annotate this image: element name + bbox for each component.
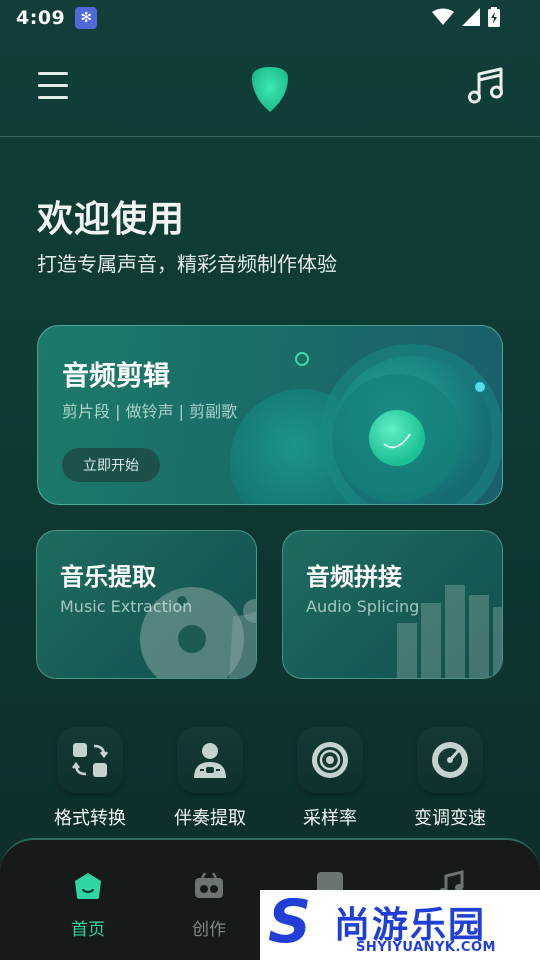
- start-now-button[interactable]: 立即开始: [62, 448, 160, 482]
- watermark-logo: S: [268, 887, 312, 957]
- status-indicators: [432, 7, 500, 27]
- status-bar: 4:09 ✻: [0, 0, 540, 36]
- vocal-extract-icon: [177, 727, 243, 793]
- format-convert-icon: [57, 727, 123, 793]
- tool-format-convert[interactable]: 格式转换: [35, 727, 145, 837]
- audio-splicing-subtitle: Audio Splicing: [306, 597, 420, 616]
- welcome-subtitle: 打造专属声音，精彩音频制作体验: [37, 252, 337, 276]
- audio-splicing-title: 音频拼接: [306, 563, 402, 591]
- nav-create[interactable]: 创作: [169, 870, 249, 950]
- guitar-pick-logo-icon: [252, 67, 288, 112]
- audio-splicing-card[interactable]: 音频拼接 Audio Splicing: [282, 530, 503, 679]
- audio-edit-title: 音频剪辑: [62, 361, 170, 392]
- audio-edit-card[interactable]: 音频剪辑 剪片段 | 做铃声 | 剪副歌 立即开始: [37, 325, 503, 505]
- tool-format-convert-label: 格式转换: [54, 808, 126, 829]
- nav-home-label: 首页: [71, 920, 105, 940]
- music-extraction-title: 音乐提取: [60, 563, 156, 591]
- status-time: 4:09: [16, 7, 66, 29]
- tool-sample-rate-label: 采样率: [303, 808, 357, 829]
- tool-sample-rate[interactable]: 采样率: [275, 727, 385, 837]
- music-extraction-card[interactable]: 音乐提取 Music Extraction: [36, 530, 257, 679]
- welcome-title: 欢迎使用: [37, 199, 186, 240]
- tool-vocal-extract[interactable]: 伴奏提取: [155, 727, 265, 837]
- tool-pitch-speed-label: 变调变速: [414, 808, 486, 829]
- home-icon: [75, 873, 101, 899]
- tool-vocal-extract-label: 伴奏提取: [174, 808, 246, 829]
- music-note-icon[interactable]: [468, 66, 504, 106]
- audio-edit-tags: 剪片段 | 做铃声 | 剪副歌: [62, 402, 238, 421]
- hamburger-menu-icon[interactable]: [38, 72, 68, 100]
- tool-pitch-speed[interactable]: 变调变速: [395, 727, 505, 837]
- music-extraction-subtitle: Music Extraction: [60, 597, 193, 616]
- nav-home[interactable]: 首页: [48, 870, 128, 950]
- create-icon: [195, 872, 223, 898]
- battery-icon: [488, 7, 500, 27]
- audio-disc-illustration: [230, 344, 502, 504]
- cellular-signal-icon: [462, 8, 480, 26]
- nav-create-label: 创作: [192, 920, 226, 940]
- wifi-icon: [432, 8, 454, 25]
- fan-notification-icon: ✻: [75, 7, 98, 29]
- site-watermark: S 尚游乐园 SHYIYUANYK.COM: [260, 890, 540, 960]
- watermark-url: SHYIYUANYK.COM: [356, 940, 496, 955]
- app-header: [0, 36, 540, 137]
- pitch-speed-icon: [417, 727, 483, 793]
- sample-rate-icon: [297, 727, 363, 793]
